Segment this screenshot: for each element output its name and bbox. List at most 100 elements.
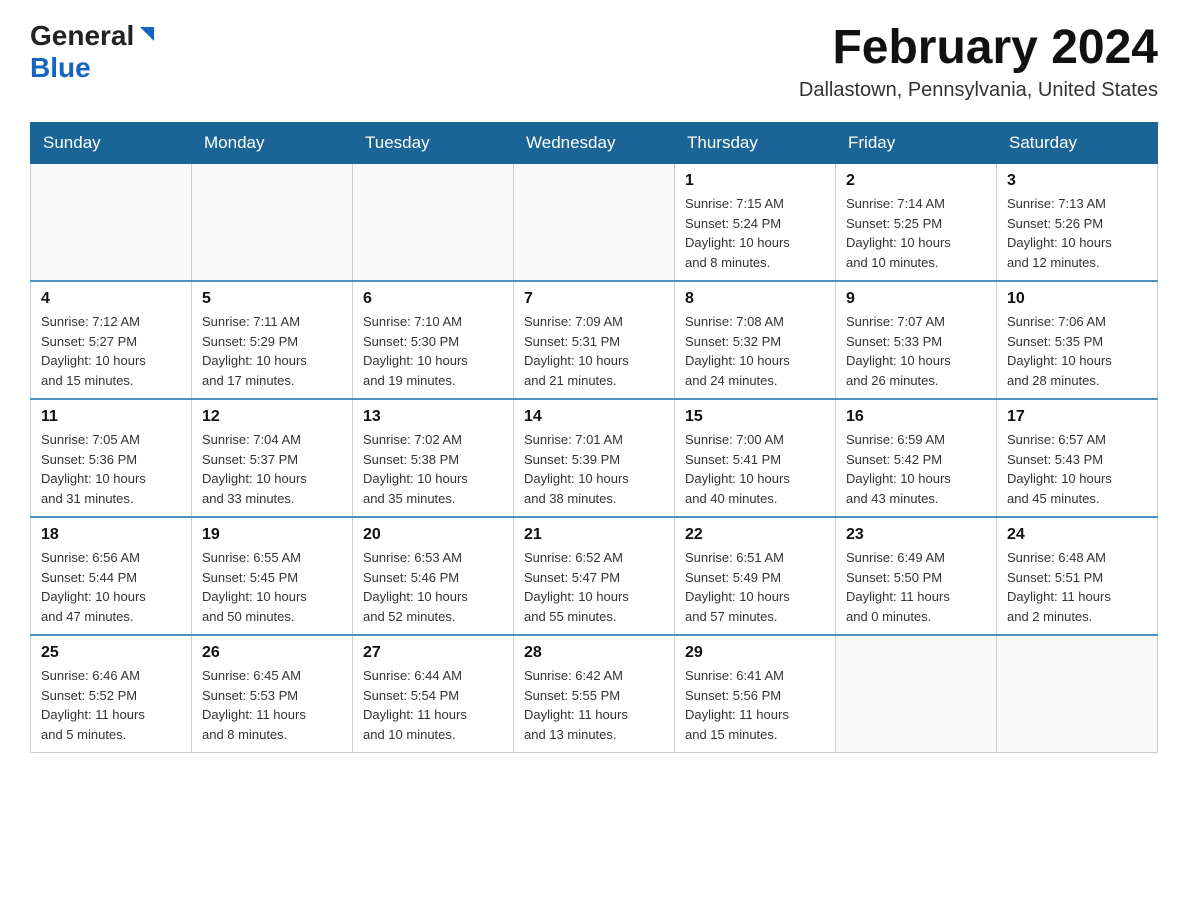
day-number: 7 xyxy=(524,290,664,308)
day-number: 27 xyxy=(363,644,503,662)
calendar-week-row: 11 Sunrise: 7:05 AMSunset: 5:36 PMDayligh… xyxy=(31,399,1158,517)
calendar-week-row: 18 Sunrise: 6:56 AMSunset: 5:44 PMDayligh… xyxy=(31,517,1158,635)
calendar-cell: 3Sunrise: 7:13 AMSunset: 5:26 PMDaylight… xyxy=(997,164,1158,282)
day-info: Sunrise: 6:56 AMSunset: 5:44 PMDaylight:… xyxy=(41,548,181,626)
calendar-cell: 22 Sunrise: 6:51 AMSunset: 5:49 PMDayligh… xyxy=(675,517,836,635)
day-info: Sunrise: 6:51 AMSunset: 5:49 PMDaylight:… xyxy=(685,548,825,626)
calendar-header-monday: Monday xyxy=(192,123,353,164)
calendar-header-sunday: Sunday xyxy=(31,123,192,164)
day-number: 6 xyxy=(363,290,503,308)
day-info: Sunrise: 7:00 AMSunset: 5:41 PMDaylight:… xyxy=(685,430,825,508)
day-number: 13 xyxy=(363,408,503,426)
page-header: General Blue February 2024 Dallastown, P… xyxy=(30,20,1158,102)
day-info: Sunrise: 6:55 AMSunset: 5:45 PMDaylight:… xyxy=(202,548,342,626)
calendar-cell: 28Sunrise: 6:42 AMSunset: 5:55 PMDayligh… xyxy=(514,635,675,753)
day-number: 28 xyxy=(524,644,664,662)
day-info: Sunrise: 6:52 AMSunset: 5:47 PMDaylight:… xyxy=(524,548,664,626)
calendar-cell: 8Sunrise: 7:08 AMSunset: 5:32 PMDaylight… xyxy=(675,281,836,399)
day-info: Sunrise: 7:05 AMSunset: 5:36 PMDaylight:… xyxy=(41,430,181,508)
calendar-cell: 18 Sunrise: 6:56 AMSunset: 5:44 PMDayligh… xyxy=(31,517,192,635)
day-info: Sunrise: 6:45 AMSunset: 5:53 PMDaylight:… xyxy=(202,666,342,744)
calendar-cell xyxy=(997,635,1158,753)
logo-general-text: General xyxy=(30,20,134,52)
calendar-week-row: 25Sunrise: 6:46 AMSunset: 5:52 PMDayligh… xyxy=(31,635,1158,753)
calendar-header-tuesday: Tuesday xyxy=(353,123,514,164)
day-number: 12 xyxy=(202,408,342,426)
day-number: 4 xyxy=(41,290,181,308)
day-number: 9 xyxy=(846,290,986,308)
day-number: 17 xyxy=(1007,408,1147,426)
location-subtitle: Dallastown, Pennsylvania, United States xyxy=(799,79,1158,102)
day-info: Sunrise: 7:13 AMSunset: 5:26 PMDaylight:… xyxy=(1007,194,1147,272)
day-info: Sunrise: 7:06 AMSunset: 5:35 PMDaylight:… xyxy=(1007,312,1147,390)
calendar-cell: 5 Sunrise: 7:11 AMSunset: 5:29 PMDaylight… xyxy=(192,281,353,399)
day-number: 21 xyxy=(524,526,664,544)
day-number: 10 xyxy=(1007,290,1147,308)
day-number: 24 xyxy=(1007,526,1147,544)
calendar-header-wednesday: Wednesday xyxy=(514,123,675,164)
day-number: 23 xyxy=(846,526,986,544)
calendar-cell: 17 Sunrise: 6:57 AMSunset: 5:43 PMDayligh… xyxy=(997,399,1158,517)
day-number: 14 xyxy=(524,408,664,426)
calendar-week-row: 1Sunrise: 7:15 AMSunset: 5:24 PMDaylight… xyxy=(31,164,1158,282)
calendar-cell: 27Sunrise: 6:44 AMSunset: 5:54 PMDayligh… xyxy=(353,635,514,753)
calendar-cell: 23 Sunrise: 6:49 AMSunset: 5:50 PMDayligh… xyxy=(836,517,997,635)
day-number: 5 xyxy=(202,290,342,308)
day-info: Sunrise: 7:01 AMSunset: 5:39 PMDaylight:… xyxy=(524,430,664,508)
day-info: Sunrise: 7:10 AMSunset: 5:30 PMDaylight:… xyxy=(363,312,503,390)
calendar-cell xyxy=(514,164,675,282)
day-info: Sunrise: 7:12 AMSunset: 5:27 PMDaylight:… xyxy=(41,312,181,390)
calendar-cell: 15 Sunrise: 7:00 AMSunset: 5:41 PMDayligh… xyxy=(675,399,836,517)
calendar-cell: 10 Sunrise: 7:06 AMSunset: 5:35 PMDayligh… xyxy=(997,281,1158,399)
day-info: Sunrise: 6:57 AMSunset: 5:43 PMDaylight:… xyxy=(1007,430,1147,508)
day-number: 20 xyxy=(363,526,503,544)
calendar-cell xyxy=(836,635,997,753)
day-number: 11 xyxy=(41,408,181,426)
day-info: Sunrise: 7:15 AMSunset: 5:24 PMDaylight:… xyxy=(685,194,825,272)
day-info: Sunrise: 7:07 AMSunset: 5:33 PMDaylight:… xyxy=(846,312,986,390)
calendar-cell: 7 Sunrise: 7:09 AMSunset: 5:31 PMDaylight… xyxy=(514,281,675,399)
month-title: February 2024 xyxy=(799,20,1158,75)
day-info: Sunrise: 6:48 AMSunset: 5:51 PMDaylight:… xyxy=(1007,548,1147,626)
logo-blue-text: Blue xyxy=(30,52,91,84)
calendar-cell: 2 Sunrise: 7:14 AMSunset: 5:25 PMDaylight… xyxy=(836,164,997,282)
day-number: 18 xyxy=(41,526,181,544)
calendar-cell xyxy=(31,164,192,282)
day-number: 26 xyxy=(202,644,342,662)
calendar-cell: 11 Sunrise: 7:05 AMSunset: 5:36 PMDayligh… xyxy=(31,399,192,517)
calendar-cell: 20 Sunrise: 6:53 AMSunset: 5:46 PMDayligh… xyxy=(353,517,514,635)
calendar-week-row: 4 Sunrise: 7:12 AMSunset: 5:27 PMDaylight… xyxy=(31,281,1158,399)
day-info: Sunrise: 6:59 AMSunset: 5:42 PMDaylight:… xyxy=(846,430,986,508)
calendar-header-thursday: Thursday xyxy=(675,123,836,164)
day-info: Sunrise: 6:49 AMSunset: 5:50 PMDaylight:… xyxy=(846,548,986,626)
day-info: Sunrise: 7:09 AMSunset: 5:31 PMDaylight:… xyxy=(524,312,664,390)
calendar-cell: 21 Sunrise: 6:52 AMSunset: 5:47 PMDayligh… xyxy=(514,517,675,635)
calendar-cell: 24 Sunrise: 6:48 AMSunset: 5:51 PMDayligh… xyxy=(997,517,1158,635)
day-info: Sunrise: 6:46 AMSunset: 5:52 PMDaylight:… xyxy=(41,666,181,744)
calendar-cell: 14 Sunrise: 7:01 AMSunset: 5:39 PMDayligh… xyxy=(514,399,675,517)
calendar-cell: 1Sunrise: 7:15 AMSunset: 5:24 PMDaylight… xyxy=(675,164,836,282)
calendar-cell: 26 Sunrise: 6:45 AMSunset: 5:53 PMDayligh… xyxy=(192,635,353,753)
calendar-cell xyxy=(353,164,514,282)
day-info: Sunrise: 7:11 AMSunset: 5:29 PMDaylight:… xyxy=(202,312,342,390)
day-number: 22 xyxy=(685,526,825,544)
day-number: 8 xyxy=(685,290,825,308)
calendar-table: SundayMondayTuesdayWednesdayThursdayFrid… xyxy=(30,122,1158,753)
calendar-cell: 13 Sunrise: 7:02 AMSunset: 5:38 PMDayligh… xyxy=(353,399,514,517)
day-info: Sunrise: 7:14 AMSunset: 5:25 PMDaylight:… xyxy=(846,194,986,272)
day-number: 16 xyxy=(846,408,986,426)
calendar-header-friday: Friday xyxy=(836,123,997,164)
day-info: Sunrise: 7:02 AMSunset: 5:38 PMDaylight:… xyxy=(363,430,503,508)
calendar-cell: 25Sunrise: 6:46 AMSunset: 5:52 PMDayligh… xyxy=(31,635,192,753)
day-info: Sunrise: 6:53 AMSunset: 5:46 PMDaylight:… xyxy=(363,548,503,626)
day-info: Sunrise: 6:41 AMSunset: 5:56 PMDaylight:… xyxy=(685,666,825,744)
calendar-cell: 6 Sunrise: 7:10 AMSunset: 5:30 PMDaylight… xyxy=(353,281,514,399)
day-number: 15 xyxy=(685,408,825,426)
day-number: 2 xyxy=(846,172,986,190)
calendar-cell: 12Sunrise: 7:04 AMSunset: 5:37 PMDayligh… xyxy=(192,399,353,517)
calendar-cell: 19Sunrise: 6:55 AMSunset: 5:45 PMDayligh… xyxy=(192,517,353,635)
calendar-cell xyxy=(192,164,353,282)
calendar-cell: 4 Sunrise: 7:12 AMSunset: 5:27 PMDaylight… xyxy=(31,281,192,399)
calendar-header-row: SundayMondayTuesdayWednesdayThursdayFrid… xyxy=(31,123,1158,164)
logo: General Blue xyxy=(30,20,158,84)
